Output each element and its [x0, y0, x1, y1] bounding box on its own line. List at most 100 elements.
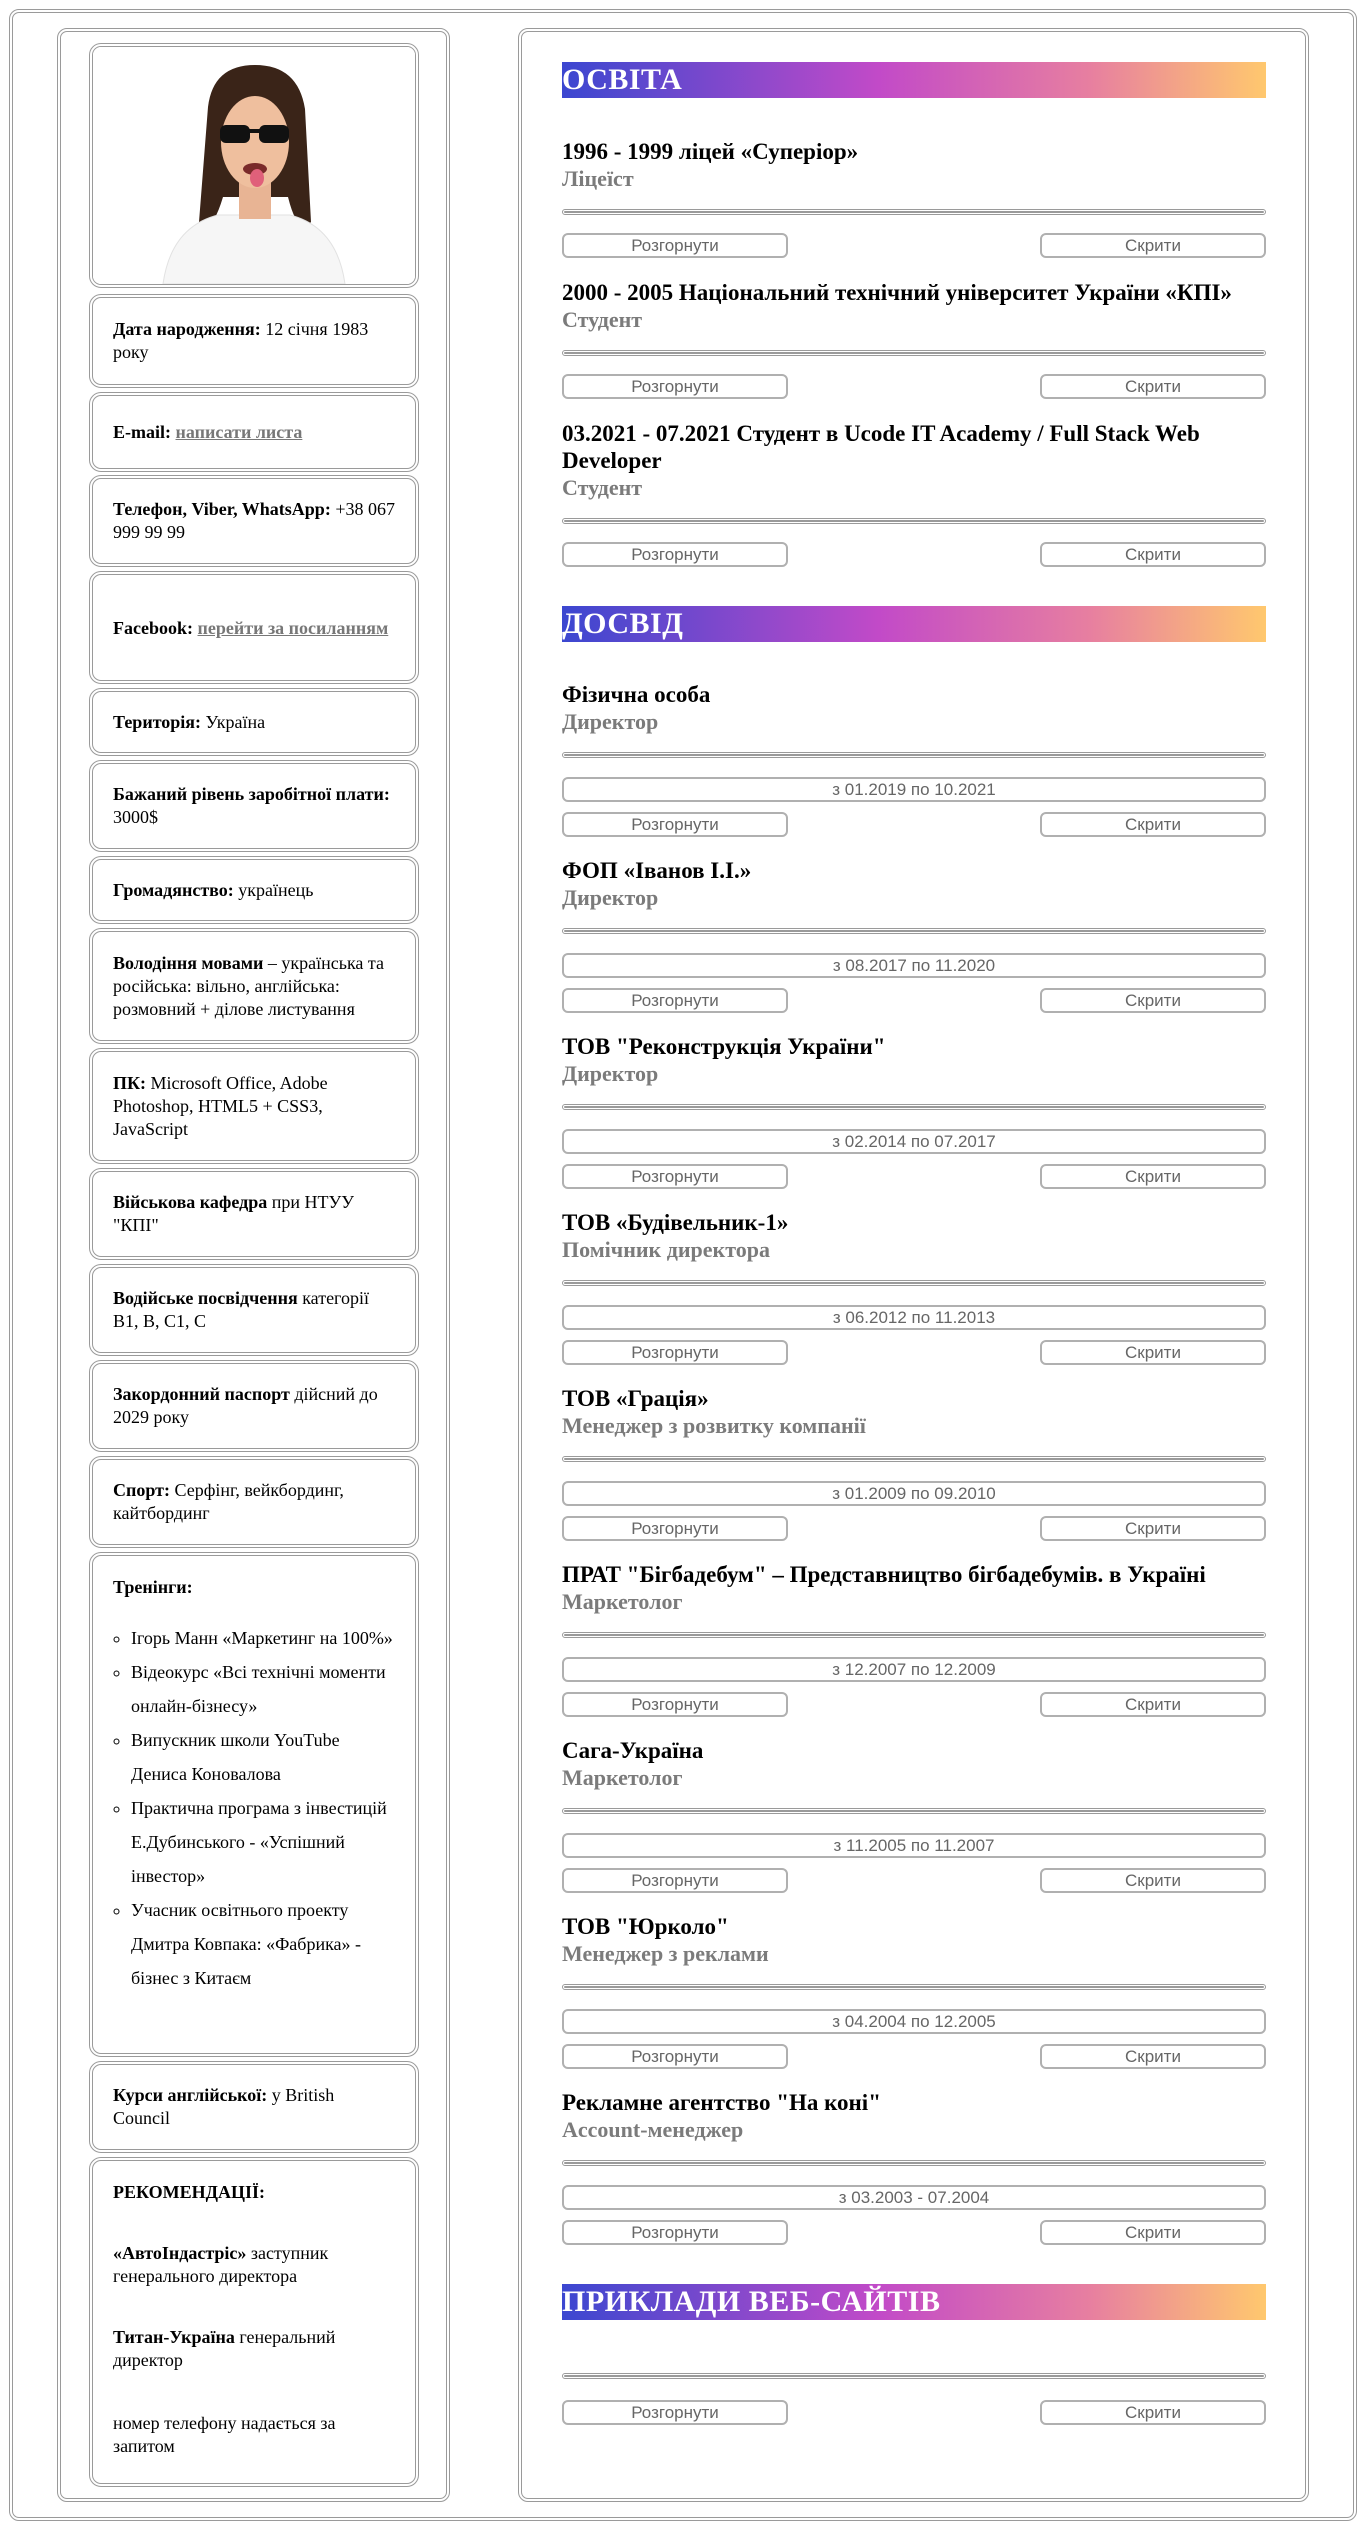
experience-entry: ТОВ «Грація» Менеджер з розвитку компані… [562, 1385, 1266, 1439]
english-label: Курси англійської: [113, 2085, 268, 2105]
military-label: Військова кафедра [113, 1192, 268, 1212]
divider [562, 1456, 1266, 1462]
facebook-link[interactable]: перейти за посиланням [198, 618, 389, 638]
expand-button[interactable]: Розгорнути [562, 1516, 788, 1541]
experience-heading: ДОСВІД [562, 606, 1266, 642]
entry-role: Маркетолог [562, 1589, 683, 1614]
passport-card: Закордонний паспорт дійсний до 2029 року [89, 1360, 419, 1452]
phone-card: Телефон, Viber, WhatsApp: +38 067 999 99… [89, 475, 419, 567]
english-courses-card: Курси англійської: у British Council [89, 2061, 419, 2153]
pc-skills-card: ПК: Microsoft Office, Adobe Photoshop, H… [89, 1048, 419, 1164]
hide-button[interactable]: Скрити [1040, 988, 1266, 1013]
divider [562, 1632, 1266, 1638]
salary-value: 3000$ [113, 807, 158, 827]
websites-heading: ПРИКЛАДИ ВЕБ-САЙТІВ [562, 2284, 1266, 2320]
email-link[interactable]: написати листа [176, 422, 303, 442]
divider [562, 2160, 1266, 2166]
expand-button[interactable]: Розгорнути [562, 1868, 788, 1893]
email-card: E-mail: написати листа [89, 392, 419, 472]
expand-button[interactable]: Розгорнути [562, 374, 788, 399]
list-item: Відеокурс «Всі технічні моменти онлайн-б… [131, 1655, 395, 1723]
hide-button[interactable]: Скрити [1040, 2220, 1266, 2245]
date-range: з 04.2004 по 12.2005 [562, 2009, 1266, 2034]
list-item: Випускник школи YouTube Дениса Коновалов… [131, 1723, 395, 1791]
experience-entry: ПРАТ "Бігбадебум" – Представництво бігба… [562, 1561, 1266, 1615]
date-range: з 12.2007 по 12.2009 [562, 1657, 1266, 1682]
hide-button[interactable]: Скрити [1040, 233, 1266, 258]
date-range: з 01.2009 по 09.2010 [562, 1481, 1266, 1506]
driver-license-card: Водійське посвідчення категорії B1, B, C… [89, 1264, 419, 1356]
hide-button[interactable]: Скрити [1040, 1692, 1266, 1717]
date-range: з 08.2017 по 11.2020 [562, 953, 1266, 978]
hide-button[interactable]: Скрити [1040, 542, 1266, 567]
expand-button[interactable]: Розгорнути [562, 2220, 788, 2245]
birth-date-label: Дата народження: [113, 319, 261, 339]
citizenship-card: Громадянство: українець [89, 856, 419, 924]
education-heading: ОСВІТА [562, 62, 1266, 98]
recommendation-company: Титан-Україна [113, 2327, 235, 2347]
trainings-label: Тренінги: [113, 1577, 193, 1597]
expand-button[interactable]: Розгорнути [562, 542, 788, 567]
entry-title: ТОВ «Будівельник-1» [562, 1210, 789, 1235]
divider [562, 2373, 1266, 2379]
entry-role: Директор [562, 1061, 659, 1086]
citizenship-label: Громадянство: [113, 879, 234, 900]
entry-role: Менеджер з розвитку компанії [562, 1413, 866, 1438]
phone-label: Телефон, Viber, WhatsApp: [113, 499, 331, 519]
hide-button[interactable]: Скрити [1040, 374, 1266, 399]
list-item: Ігорь Манн «Маркетинг на 100%» [131, 1621, 395, 1655]
entry-role: Директор [562, 885, 659, 910]
education-entry: 2000 - 2005 Національний технічний уніве… [562, 279, 1266, 333]
divider [562, 350, 1266, 356]
languages-card: Володіння мовами – українська та російсь… [89, 928, 419, 1044]
divider [562, 209, 1266, 215]
experience-entry: ФОП «Іванов І.І.» Директор [562, 857, 1266, 911]
entry-title: 03.2021 - 07.2021 Студент в Ucode IT Aca… [562, 421, 1200, 473]
experience-entry: ТОВ "Юрколо" Менеджер з реклами [562, 1913, 1266, 1967]
education-entry: 03.2021 - 07.2021 Студент в Ucode IT Aca… [562, 420, 1266, 501]
divider [562, 752, 1266, 758]
languages-label: Володіння мовами [113, 952, 264, 973]
experience-entry: ТОВ "Реконструкція України" Директор [562, 1033, 1266, 1087]
entry-role: Ліцеїст [562, 166, 634, 191]
recommendation-company: «АвтоІндастріс» [113, 2243, 247, 2263]
entry-role: Account-менеджер [562, 2117, 744, 2142]
entry-title: ТОВ "Реконструкція України" [562, 1034, 886, 1059]
territory-label: Територія: [113, 711, 202, 732]
birth-date-card: Дата народження: 12 січня 1983 року [89, 294, 419, 388]
entry-role: Директор [562, 709, 659, 734]
expand-button[interactable]: Розгорнути [562, 1164, 788, 1189]
expand-button[interactable]: Розгорнути [562, 812, 788, 837]
entry-title: ТОВ «Грація» [562, 1386, 709, 1411]
sport-card: Спорт: Серфінг, вейкбординг, кайтбординг [89, 1456, 419, 1548]
divider [562, 1808, 1266, 1814]
hide-button[interactable]: Скрити [1040, 1868, 1266, 1893]
expand-button[interactable]: Розгорнути [562, 1340, 788, 1365]
expand-button[interactable]: Розгорнути [562, 2400, 788, 2425]
hide-button[interactable]: Скрити [1040, 1164, 1266, 1189]
citizenship-value: українець [233, 879, 314, 900]
experience-entry: Рекламне агентство "На коні" Account-мен… [562, 2089, 1266, 2143]
experience-entry: Сага-Україна Маркетолог [562, 1737, 1266, 1791]
facebook-card: Facebook: перейти за посиланням [89, 571, 419, 684]
military-card: Військова кафедра при НТУУ "КПІ" [89, 1168, 419, 1260]
recommendation-note: номер телефону надається за запитом [113, 2413, 336, 2456]
list-item: Практична програма з інвестицій Е.Дубинс… [131, 1791, 395, 1893]
hide-button[interactable]: Скрити [1040, 2400, 1266, 2425]
hide-button[interactable]: Скрити [1040, 812, 1266, 837]
expand-button[interactable]: Розгорнути [562, 988, 788, 1013]
salary-label: Бажаний рівень заробітної плати: [113, 784, 390, 804]
entry-role: Помічник директора [562, 1237, 770, 1262]
passport-label: Закордонний паспорт [113, 1384, 290, 1404]
divider [562, 1104, 1266, 1110]
trainings-list: Ігорь Манн «Маркетинг на 100%» Відеокурс… [113, 1621, 395, 1995]
hide-button[interactable]: Скрити [1040, 1340, 1266, 1365]
hide-button[interactable]: Скрити [1040, 1516, 1266, 1541]
expand-button[interactable]: Розгорнути [562, 233, 788, 258]
expand-button[interactable]: Розгорнути [562, 1692, 788, 1717]
entry-title: 2000 - 2005 Національний технічний уніве… [562, 280, 1232, 305]
facebook-label: Facebook: [113, 617, 193, 638]
trainings-card: Тренінги: Ігорь Манн «Маркетинг на 100%»… [89, 1552, 419, 2057]
expand-button[interactable]: Розгорнути [562, 2044, 788, 2069]
hide-button[interactable]: Скрити [1040, 2044, 1266, 2069]
